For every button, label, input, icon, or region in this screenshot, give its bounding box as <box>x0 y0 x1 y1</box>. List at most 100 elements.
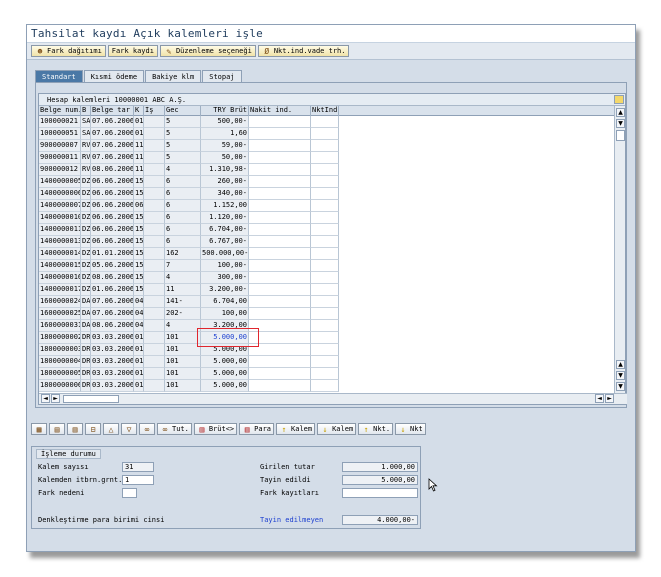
scroll-down-icon[interactable]: ▼ <box>616 371 625 380</box>
toolbar-button-1[interactable]: Fark kaydı <box>107 45 158 57</box>
scroll-page-up-icon[interactable]: ▲ <box>616 360 625 369</box>
table-cell[interactable] <box>311 380 339 392</box>
scroll-end-icon[interactable]: ▼ <box>616 382 625 391</box>
tab-0[interactable]: Standart <box>35 70 83 82</box>
column-header[interactable]: İş <box>144 106 165 116</box>
table-cell[interactable] <box>311 140 339 152</box>
table-cell[interactable] <box>311 116 339 128</box>
toolbar-button-3[interactable]: Ø Nkt.ind.vade trh. <box>257 45 350 57</box>
table-cell[interactable] <box>311 320 339 332</box>
column-header[interactable]: K <box>134 106 144 116</box>
table-cell[interactable] <box>249 308 311 320</box>
table-cell[interactable] <box>249 380 311 392</box>
table-cell: 06.06.2006 <box>91 236 134 248</box>
table-cell[interactable] <box>249 200 311 212</box>
table-cell: 101 <box>165 356 201 368</box>
horizontal-scrollbar[interactable]: ◄ ► ◄ ► <box>39 393 627 404</box>
table-cell: 900000011 <box>39 152 81 164</box>
table-cell[interactable] <box>249 296 311 308</box>
tut-button[interactable]: ∞ Tut. <box>157 423 192 435</box>
table-cell[interactable] <box>311 356 339 368</box>
table-cell[interactable] <box>311 368 339 380</box>
column-header[interactable]: Gec <box>165 106 201 116</box>
fark-nedeni-field[interactable] <box>122 488 137 498</box>
scroll-thumb[interactable] <box>616 130 625 141</box>
table-cell[interactable] <box>311 260 339 272</box>
table-cell[interactable] <box>311 164 339 176</box>
table-cell[interactable] <box>311 332 339 344</box>
table-cell[interactable] <box>311 236 339 248</box>
table-cell[interactable] <box>311 188 339 200</box>
table-cell[interactable] <box>249 164 311 176</box>
table-cell[interactable] <box>249 176 311 188</box>
select-all-button[interactable]: ▦ <box>31 423 47 435</box>
tab-3[interactable]: Stopaj <box>202 70 242 82</box>
scroll-page-down-icon[interactable]: ▼ <box>616 119 625 128</box>
table-cell[interactable] <box>249 260 311 272</box>
tab-1[interactable]: Kısmi ödeme <box>83 70 145 82</box>
kalem-deactivate-button[interactable]: ↓ Kalem <box>317 423 357 435</box>
table-cell[interactable] <box>249 236 311 248</box>
table-cell[interactable] <box>249 272 311 284</box>
table-cell[interactable] <box>311 200 339 212</box>
kalem-activate-button[interactable]: ↑ Kalem <box>276 423 316 435</box>
vertical-scrollbar[interactable]: ▲ ▼ ▲ ▼ ▼ <box>614 106 625 394</box>
nkt-activate-button[interactable]: ↑ Nkt. <box>358 423 394 435</box>
table-cell[interactable] <box>311 344 339 356</box>
table-cell[interactable] <box>311 308 339 320</box>
table-cell[interactable] <box>249 224 311 236</box>
column-header[interactable]: Belge num. <box>39 106 81 116</box>
table-cell[interactable] <box>311 128 339 140</box>
table-cell[interactable] <box>311 272 339 284</box>
columns-icon: ▥ <box>244 424 250 434</box>
deselect-button[interactable]: ▤ <box>49 423 65 435</box>
table-settings-icon[interactable] <box>614 95 624 104</box>
table-cell[interactable] <box>249 284 311 296</box>
table-cell[interactable] <box>311 248 339 260</box>
toolbar-button-2[interactable]: ✎ Düzenleme seçeneği <box>159 45 256 57</box>
table-cell[interactable] <box>249 356 311 368</box>
table-cell[interactable] <box>249 116 311 128</box>
table-cell[interactable] <box>249 368 311 380</box>
table-cell[interactable] <box>249 152 311 164</box>
table-cell[interactable] <box>311 296 339 308</box>
table-cell[interactable] <box>311 212 339 224</box>
fark-kayitlari-field[interactable] <box>342 488 418 498</box>
table-cell[interactable] <box>311 176 339 188</box>
table-cell[interactable] <box>311 152 339 164</box>
sort-asc-button[interactable]: △ <box>103 423 119 435</box>
toolbar-button-0[interactable]: ☻ Fark dağıtımı <box>31 45 106 57</box>
table-cell[interactable] <box>311 284 339 296</box>
table-cell[interactable] <box>249 248 311 260</box>
column-header[interactable]: Nakit ind. <box>249 106 311 116</box>
para-button[interactable]: ▥ Para <box>239 423 275 435</box>
table-cell: DR <box>81 344 91 356</box>
column-header[interactable]: B <box>81 106 91 116</box>
nkt-deactivate-button[interactable]: ↓ Nkt <box>395 423 426 435</box>
column-header[interactable]: Belge tar <box>91 106 134 116</box>
select-block-button[interactable]: ▥ <box>67 423 83 435</box>
scroll-right-step-icon[interactable]: ► <box>51 394 60 403</box>
scroll-up-icon[interactable]: ▲ <box>616 108 625 117</box>
sort-button[interactable]: ⊟ <box>85 423 101 435</box>
itbrn-field[interactable]: 1 <box>122 475 154 485</box>
select-icon: ▦ <box>36 424 42 434</box>
column-header[interactable]: NktInd <box>311 106 339 116</box>
brut-button[interactable]: ▥ Brüt<> <box>193 423 238 435</box>
table-cell[interactable] <box>249 212 311 224</box>
table-cell[interactable] <box>249 140 311 152</box>
table-cell <box>144 140 165 152</box>
scroll-right-icon[interactable]: ► <box>605 394 614 403</box>
find-button[interactable]: ∞ <box>139 423 155 435</box>
scroll-left-icon[interactable]: ◄ <box>41 394 50 403</box>
column-header[interactable]: TRY Brüt <box>201 106 249 116</box>
table-cell: DZ <box>81 176 91 188</box>
table-cell[interactable] <box>311 224 339 236</box>
table-cell[interactable] <box>249 188 311 200</box>
filter-button[interactable]: ▽ <box>121 423 137 435</box>
scroll-left-end-icon[interactable]: ◄ <box>595 394 604 403</box>
girilen-tutar-label: Girilen tutar <box>260 463 315 471</box>
hscroll-thumb[interactable] <box>63 395 119 403</box>
table-cell[interactable] <box>249 128 311 140</box>
tab-2[interactable]: Bakiye klm <box>145 70 202 82</box>
